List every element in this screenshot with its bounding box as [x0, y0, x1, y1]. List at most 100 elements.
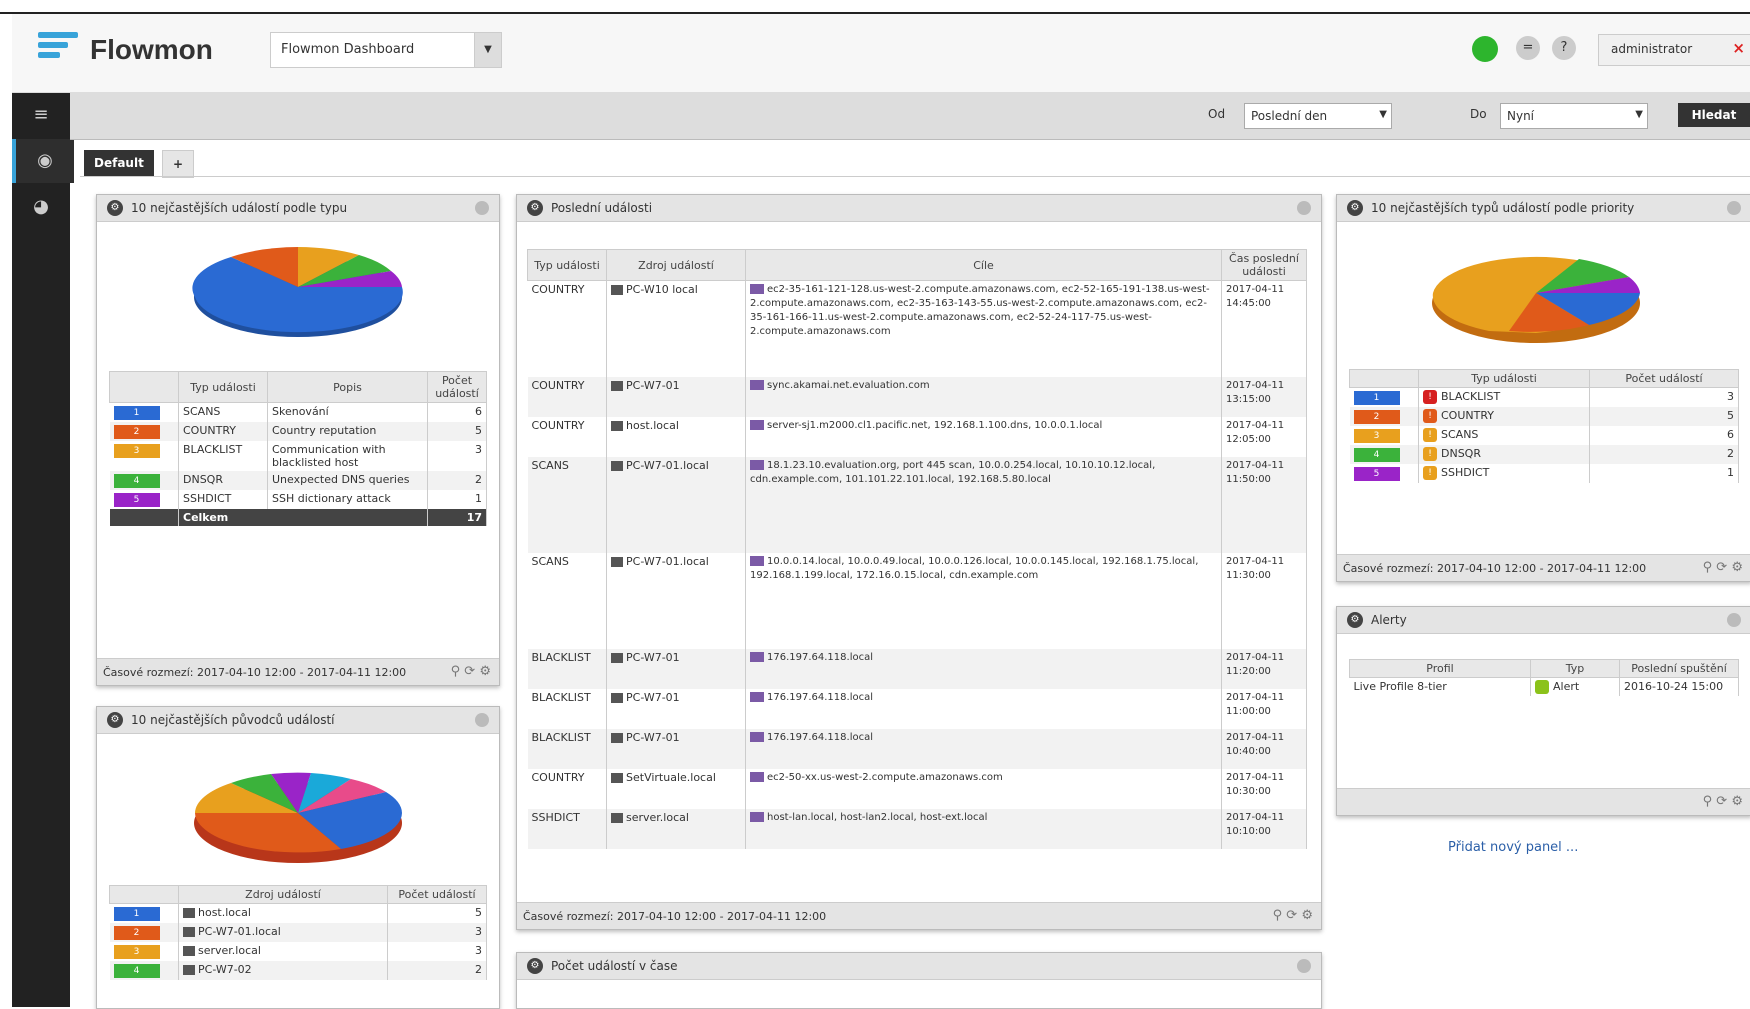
cell-targets[interactable]: 176.197.64.118.local	[767, 692, 873, 703]
table-row[interactable]: COUNTRY SetVirtuale.local ec2-50-xx.us-wes…	[527, 768, 1307, 809]
cell-count: 2	[387, 961, 487, 980]
cell-targets[interactable]: host-lan.local, host-lan2.local, host-ex…	[767, 812, 987, 823]
panel-events-over-time: ⚙ Počet událostí v čase	[516, 952, 1322, 1009]
zoom-refresh-settings-icon[interactable]: ⚲ ⟳ ⚙	[1703, 560, 1743, 575]
settings-icon[interactable]	[1297, 201, 1311, 215]
pie-nav-icon[interactable]: ◕	[12, 185, 70, 229]
cell-targets[interactable]: ec2-50-xx.us-west-2.compute.amazonaws.co…	[767, 772, 1003, 783]
menu-equals-button[interactable]: =	[1516, 36, 1540, 60]
sources-table: Zdroj událostí Počet událostí 1 host.local…	[109, 885, 487, 980]
gear-icon[interactable]: ⚙	[1347, 200, 1363, 216]
hamburger-icon[interactable]: ≡	[12, 93, 70, 137]
table-row[interactable]: 4 PC-W7-02 2	[109, 961, 487, 980]
table-row[interactable]: COUNTRY host.local server-sj1.m2000.cl1.pa…	[527, 416, 1307, 457]
table-row[interactable]: 2 COUNTRY Country reputation 5	[109, 422, 487, 441]
cell-src: server.local	[198, 944, 261, 957]
cell-targets[interactable]: server-sj1.m2000.cl1.pacific.net, 192.16…	[767, 420, 1102, 431]
cell-targets[interactable]: ec2-35-161-121-128.us-west-2.compute.ama…	[750, 284, 1210, 337]
cell-targets[interactable]: 18.1.23.10.evaluation.org, port 445 scan…	[750, 460, 1155, 485]
cell-type: COUNTRY	[1441, 409, 1494, 422]
cell-type: DNSQR	[1441, 447, 1481, 460]
gear-icon[interactable]: ⚙	[107, 712, 123, 728]
dashboard-nav-icon[interactable]: ◉	[12, 139, 74, 183]
panel-header: ⚙ 10 nejčastějších typů událostí podle pr…	[1337, 195, 1750, 222]
status-ok-icon	[1472, 36, 1498, 62]
alerts-table: Profil Typ Poslední spuštění Live Profile …	[1349, 659, 1739, 696]
zoom-refresh-settings-icon[interactable]: ⚲ ⟳ ⚙	[451, 664, 491, 679]
flag-icon	[750, 731, 764, 742]
cell-type: COUNTRY	[527, 280, 607, 377]
table-row[interactable]: COUNTRY PC-W10 local ec2-35-161-121-128.us…	[527, 280, 1307, 377]
table-row[interactable]: 4! DNSQR 2	[1349, 445, 1739, 464]
chevron-down-icon: ▼	[1379, 109, 1387, 120]
table-row[interactable]: Live Profile 8-tier Alert 2016-10-24 15:00	[1349, 677, 1739, 696]
cell-time: 2017-04-11 10:40:00	[1221, 728, 1307, 769]
add-panel-link[interactable]: Přidat nový panel ...	[1448, 840, 1578, 855]
zoom-refresh-settings-icon[interactable]: ⚲ ⟳ ⚙	[1273, 908, 1313, 923]
total-value: 17	[427, 509, 487, 526]
settings-icon[interactable]	[475, 201, 489, 215]
table-row[interactable]: 5 SSHDICT SSH dictionary attack 1	[109, 490, 487, 509]
table-row[interactable]: 3! SCANS 6	[1349, 426, 1739, 445]
cell-src: host.local	[626, 418, 679, 432]
total-row: Celkem 17	[109, 509, 487, 526]
table-row[interactable]: SCANS PC-W7-01.local 10.0.0.14.local, 10.0…	[527, 552, 1307, 649]
settings-icon[interactable]	[1727, 613, 1741, 627]
tab-add[interactable]: +	[162, 150, 195, 178]
host-icon	[611, 285, 623, 295]
color-swatch: 3	[1353, 429, 1400, 443]
table-row[interactable]: COUNTRY PC-W7-01 sync.akamai.net.evaluatio…	[527, 376, 1307, 417]
table-row[interactable]: 3 BLACKLIST Communication with blacklisted…	[109, 441, 487, 471]
tab-default[interactable]: Default	[84, 150, 154, 176]
settings-icon[interactable]	[1727, 201, 1741, 215]
cell-desc: Skenování	[267, 402, 428, 422]
table-row[interactable]: 1 host.local 5	[109, 903, 487, 923]
cell-time: 2017-04-11 11:50:00	[1221, 456, 1307, 553]
table-row[interactable]: 5! SSHDICT 1	[1349, 464, 1739, 483]
user-box[interactable]: administrator ×	[1598, 34, 1750, 66]
cell-type: BLACKLIST	[527, 688, 607, 729]
gear-icon[interactable]: ⚙	[527, 958, 543, 974]
col-header: Počet událostí	[1589, 369, 1739, 388]
help-button[interactable]: ?	[1552, 36, 1576, 60]
settings-icon[interactable]	[1297, 959, 1311, 973]
table-row[interactable]: BLACKLIST PC-W7-01 176.197.64.118.local 201…	[527, 648, 1307, 689]
from-select[interactable]: Poslední den ▼	[1244, 103, 1392, 129]
col-header: Zdroj událostí	[178, 885, 388, 904]
table-row[interactable]: BLACKLIST PC-W7-01 176.197.64.118.local 201…	[527, 728, 1307, 769]
host-icon	[183, 965, 195, 975]
col-header: Typ události	[178, 371, 268, 403]
color-swatch: 2	[113, 926, 160, 940]
priority-badge-icon: !	[1423, 447, 1437, 461]
table-row[interactable]: BLACKLIST PC-W7-01 176.197.64.118.local 201…	[527, 688, 1307, 729]
gear-icon[interactable]: ⚙	[1347, 612, 1363, 628]
table-row[interactable]: 3 server.local 3	[109, 942, 487, 961]
cell-type: SCANS	[527, 552, 607, 649]
table-row[interactable]: SCANS PC-W7-01.local 18.1.23.10.evaluation…	[527, 456, 1307, 553]
priority-table: Typ události Počet událostí 1! BLACKLIST 3 …	[1349, 369, 1739, 483]
cell-src: PC-W7-01.local	[198, 925, 281, 938]
cell-targets[interactable]: sync.akamai.net.evaluation.com	[767, 380, 930, 391]
table-row[interactable]: 1! BLACKLIST 3	[1349, 387, 1739, 407]
cell-targets[interactable]: 10.0.0.14.local, 10.0.0.49.local, 10.0.0…	[750, 556, 1198, 581]
gear-icon[interactable]: ⚙	[527, 200, 543, 216]
dashboard-select[interactable]: Flowmon Dashboard ▼	[270, 32, 502, 68]
table-row[interactable]: 4 DNSQR Unexpected DNS queries 2	[109, 471, 487, 490]
cell-targets[interactable]: 176.197.64.118.local	[767, 652, 873, 663]
event-type-pie-chart	[192, 247, 403, 337]
table-row[interactable]: 2 PC-W7-01.local 3	[109, 923, 487, 942]
table-row[interactable]: 1 SCANS Skenování 6	[109, 402, 487, 422]
settings-icon[interactable]	[475, 713, 489, 727]
cell-src: server.local	[626, 810, 689, 824]
cell-src: PC-W7-01	[626, 690, 680, 704]
zoom-refresh-settings-icon[interactable]: ⚲ ⟳ ⚙	[1703, 794, 1743, 809]
gear-icon[interactable]: ⚙	[107, 200, 123, 216]
to-select[interactable]: Nyní ▼	[1500, 103, 1648, 129]
logout-icon[interactable]: ×	[1732, 39, 1745, 57]
search-button[interactable]: Hledat	[1678, 103, 1750, 127]
chevron-down-icon[interactable]: ▼	[474, 33, 501, 67]
to-select-value: Nyní	[1507, 109, 1535, 123]
cell-targets[interactable]: 176.197.64.118.local	[767, 732, 873, 743]
table-row[interactable]: 2! COUNTRY 5	[1349, 407, 1739, 426]
table-row[interactable]: SSHDICT server.local host-lan.local, host-…	[527, 808, 1307, 849]
